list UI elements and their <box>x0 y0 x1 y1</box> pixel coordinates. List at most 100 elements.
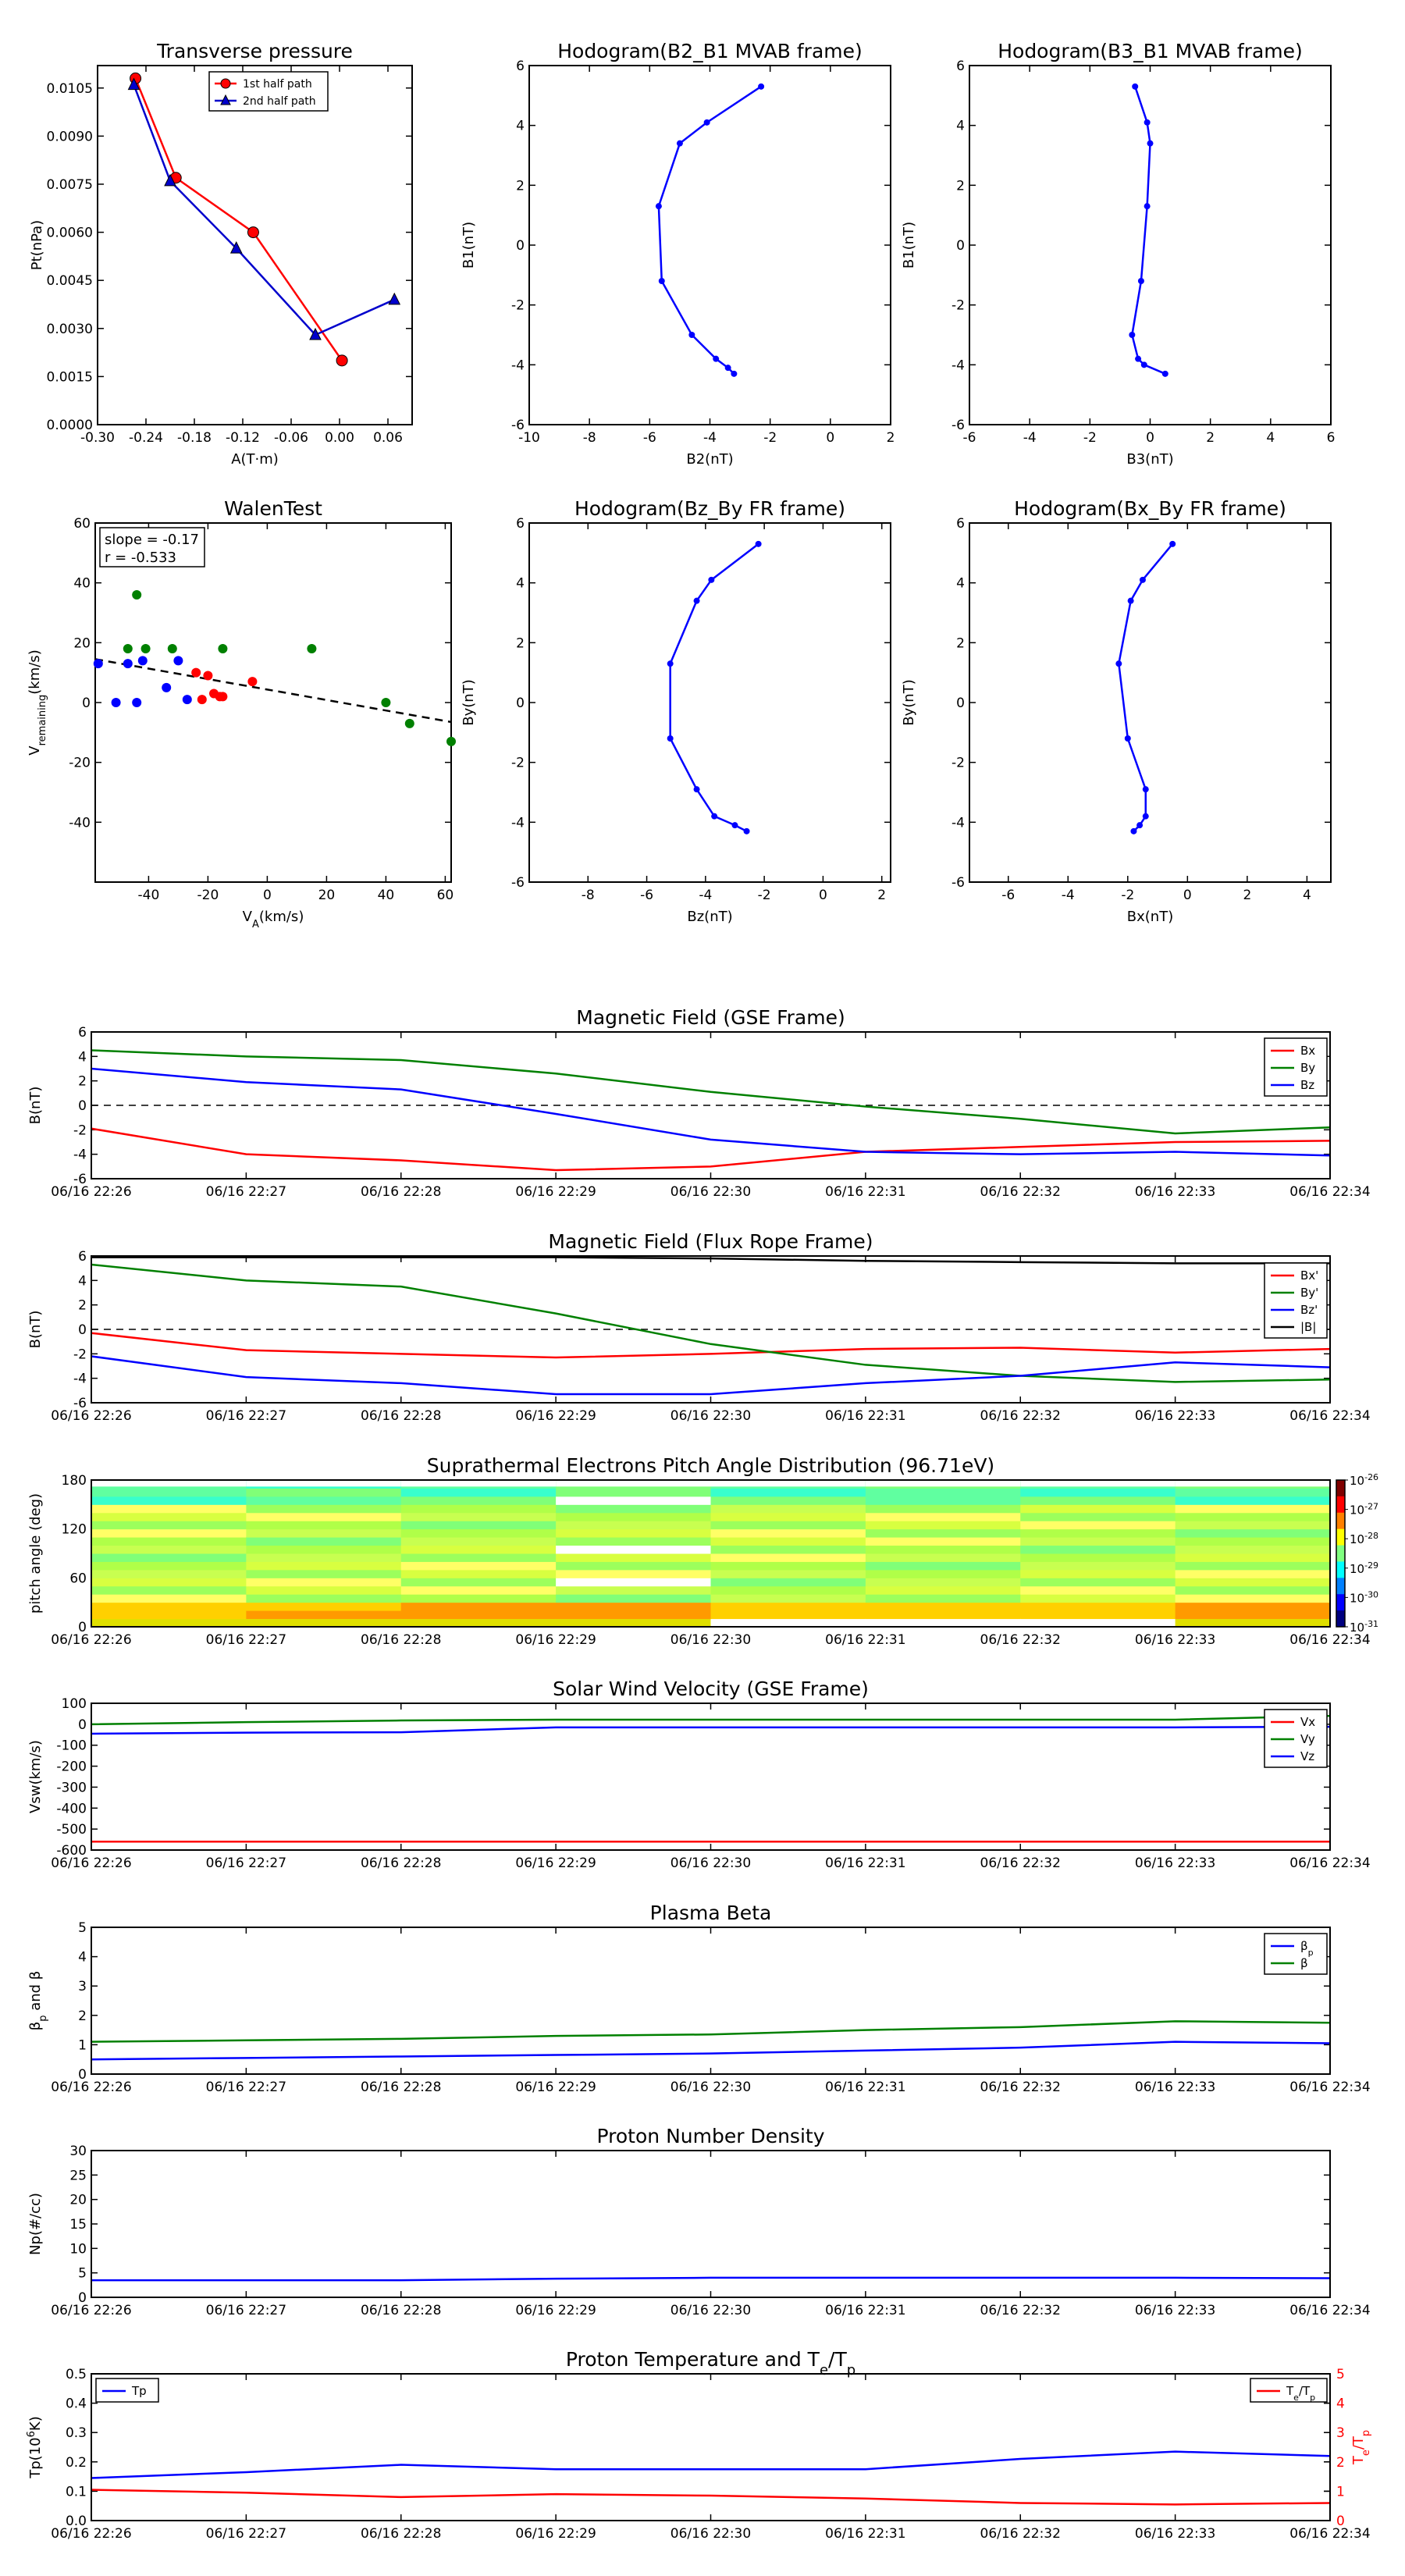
series-te-tp <box>91 2489 1331 2506</box>
ytick-label: 60 <box>73 516 91 532</box>
heatmap-gap <box>1020 1480 1176 1487</box>
walen-point <box>307 644 317 653</box>
ytick-label: 0.0045 <box>47 273 93 289</box>
heatmap-gap <box>246 1480 401 1487</box>
walen-point <box>203 671 213 681</box>
xtick-label: 4 <box>1303 888 1311 903</box>
time-tick-label: 06/16 22:31 <box>825 1184 905 1200</box>
time-tick-label: 06/16 22:32 <box>980 1184 1061 1200</box>
time-tick-label: 06/16 22:34 <box>1289 2303 1370 2318</box>
series-bx <box>91 1332 1331 1359</box>
xtick-label: 0 <box>263 888 272 903</box>
colorbar-label: 10-29 <box>1350 1560 1378 1576</box>
time-tick-label: 06/16 22:30 <box>670 1856 751 1871</box>
heatmap-cell <box>91 1618 247 1628</box>
walen-point <box>404 718 414 728</box>
chart-title: Hodogram(Bx_By FR frame) <box>1014 497 1286 520</box>
ytick-label: 6 <box>956 59 965 74</box>
series-subpsub <box>91 2041 1331 2061</box>
y-axis-label: Tp(106K) <box>26 2416 44 2478</box>
heatmap-cell <box>246 1618 402 1628</box>
time-tick-label: 06/16 22:32 <box>980 2080 1061 2095</box>
ytick-label: 4 <box>78 1049 87 1065</box>
chart-tp: Proton Temperature and Te/Tp06/16 22:26 0… <box>26 2348 1372 2542</box>
heatmap-cell <box>710 1528 866 1538</box>
walen-point <box>162 682 172 692</box>
legend-marker <box>220 78 231 89</box>
heatmap-cell <box>1175 1561 1331 1571</box>
ytick-label: 1 <box>78 2037 87 2053</box>
hodogram-point <box>1142 813 1149 820</box>
walen-point <box>218 692 228 702</box>
hodogram-point <box>758 83 765 90</box>
heatmap-cell <box>246 1553 402 1562</box>
heatmap-cell <box>91 1512 247 1521</box>
heatmap-cell <box>1175 1504 1331 1514</box>
heatmap-cell <box>91 1521 247 1530</box>
ytick-label: -2 <box>73 1347 87 1362</box>
ytick-label: 3 <box>78 1979 87 1994</box>
time-tick-label: 06/16 22:28 <box>361 1408 441 1424</box>
time-tick-label: 06/16 22:32 <box>980 1856 1061 1871</box>
time-tick-label: 06/16 22:31 <box>825 1408 905 1424</box>
heatmap-cell <box>400 1545 557 1554</box>
heatmap-cell <box>865 1488 1021 1497</box>
heatmap-cell <box>1020 1618 1176 1628</box>
y-axis-label: βp and β <box>27 1971 49 2031</box>
ytick-label: 6 <box>516 516 525 532</box>
ytick-label: 2 <box>956 178 965 194</box>
time-tick-label: 06/16 22:34 <box>1289 1632 1370 1648</box>
walen-point <box>137 656 148 666</box>
time-tick-label: 06/16 22:29 <box>515 1632 596 1648</box>
y-axis-label: B(nT) <box>27 1087 44 1125</box>
hodogram-point <box>755 540 762 547</box>
time-tick-label: 06/16 22:31 <box>825 2080 905 2095</box>
heatmap-cell <box>556 1537 711 1546</box>
xtick-label: -4 <box>1023 430 1037 446</box>
ytick-label: -2 <box>951 756 965 771</box>
heatmap-cell <box>710 1521 866 1530</box>
plot-frame <box>969 65 1332 425</box>
heatmap-cell <box>246 1545 402 1554</box>
ytick-label: 20 <box>73 635 91 651</box>
time-tick-label: 06/16 22:33 <box>1135 2526 1215 2542</box>
heatmap-cell <box>246 1594 402 1603</box>
xtick-label: -6 <box>1001 888 1015 903</box>
heatmap-cell <box>1020 1545 1176 1554</box>
ytick-label: 0.0105 <box>47 81 93 97</box>
colorbar-segment <box>1336 1578 1345 1595</box>
heatmap-cell <box>91 1553 247 1562</box>
ytick-label: 20 <box>69 2193 87 2208</box>
heatmap-cell <box>400 1561 557 1571</box>
heatmap-cell <box>246 1521 402 1530</box>
walen-point <box>247 677 258 687</box>
ytick-label: -4 <box>951 815 965 831</box>
ytick-label: 6 <box>956 516 965 532</box>
ytick-label: 25 <box>69 2168 87 2183</box>
ytick-label: 0 <box>516 238 525 254</box>
series-line-2 <box>133 84 395 336</box>
heatmap-cell <box>400 1578 557 1587</box>
heatmap-cell <box>91 1585 247 1595</box>
heatmap-cell <box>1020 1512 1176 1521</box>
heatmap-cell <box>710 1496 866 1505</box>
ytick-label: -4 <box>73 1372 87 1387</box>
heatmap-cell <box>1175 1585 1331 1595</box>
xtick-label: 0 <box>1183 888 1192 903</box>
ytick-label: 100 <box>62 1696 87 1712</box>
time-tick-label: 06/16 22:26 <box>51 1184 131 1200</box>
walen-point <box>446 736 456 746</box>
heatmap-cell <box>556 1553 711 1562</box>
y-axis-label: pitch angle (deg) <box>27 1493 44 1614</box>
ytick-label: 120 <box>62 1522 87 1538</box>
heatmap-cell <box>865 1537 1021 1546</box>
heatmap-cell <box>1020 1585 1176 1595</box>
heatmap-cell <box>1020 1578 1176 1587</box>
heatmap-cell <box>556 1602 711 1611</box>
heatmap-cell <box>1175 1569 1331 1578</box>
time-tick-label: 06/16 22:30 <box>670 1184 751 1200</box>
walen-point <box>123 644 133 653</box>
series-by <box>91 1049 1331 1135</box>
time-tick-label: 06/16 22:29 <box>515 1856 596 1871</box>
heatmap-cell <box>710 1553 866 1562</box>
